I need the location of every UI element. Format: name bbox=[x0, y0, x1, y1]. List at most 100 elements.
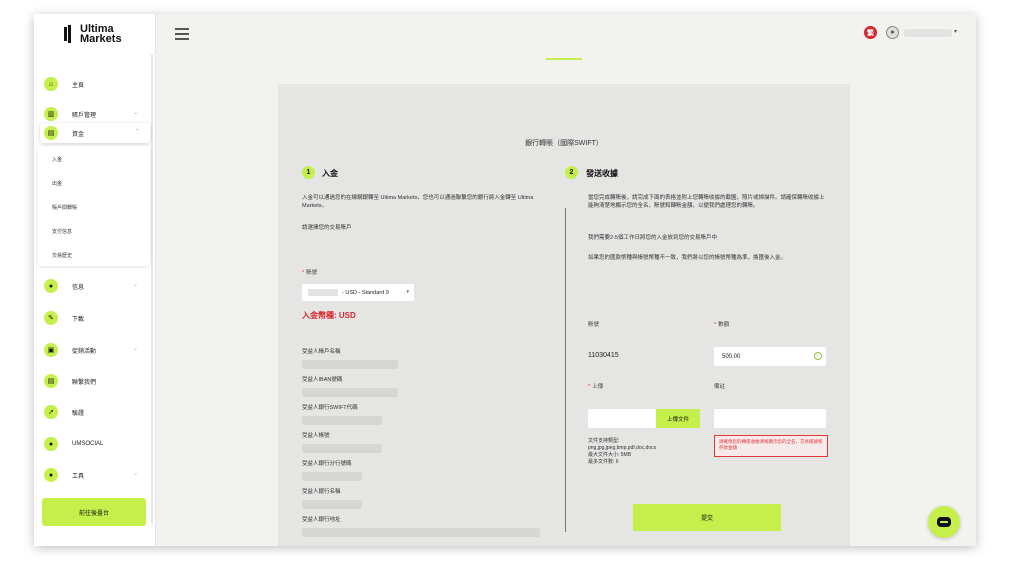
gift-icon: ▣ bbox=[44, 343, 58, 357]
account-select[interactable]: - USD - Standard 9 ▾ bbox=[302, 284, 414, 301]
sidebar-item-label: 驗證 bbox=[72, 410, 85, 417]
brand-name-line2: Markets bbox=[80, 33, 122, 45]
chevron-down-icon[interactable]: ▾ bbox=[954, 28, 957, 35]
sidebar-item-label: 下載 bbox=[72, 316, 85, 323]
amount-input-value: 500.00 bbox=[722, 353, 741, 360]
person-icon: ● bbox=[44, 279, 58, 293]
tab-indicator bbox=[546, 58, 582, 60]
currency-exchange-notice: 如果您的匯款幣種與帳號幣種不一致，我們將以您的帳號幣種為準，換匯後入金。 bbox=[588, 255, 787, 261]
chevron-down-icon: ⌄ bbox=[132, 110, 138, 116]
step-2-account-label: 賬號 bbox=[588, 322, 600, 328]
deposit-currency: 入金幣種: USD bbox=[302, 311, 356, 320]
upload-label: * 上傳 bbox=[588, 384, 604, 390]
wallet-icon: ▤ bbox=[44, 126, 58, 140]
check-circle-icon: ✓ bbox=[814, 352, 822, 360]
rocket-icon: ➚ bbox=[44, 405, 58, 419]
step-1-number: 1 bbox=[302, 166, 315, 179]
step-2-description: 當您完成轉賬後，請完成下面的表格並附上您轉賬收據的截圖，照片或掃描件。請確保轉賬… bbox=[588, 195, 825, 209]
chevron-down-icon: ▾ bbox=[406, 289, 409, 295]
beneficiary-iban-value bbox=[302, 388, 398, 397]
app-window: Ultima Markets ⌂ 主頁 ▥ 賬戶管理 ⌄ ▤ 資金 ⌃ 入金 出… bbox=[34, 14, 976, 546]
max-file-size: 最大文件大小: 5MB bbox=[588, 452, 632, 458]
chevron-down-icon: ⌄ bbox=[132, 346, 138, 352]
chat-icon bbox=[937, 517, 951, 527]
beneficiary-swift-value bbox=[302, 416, 382, 425]
sidebar-item-promotions[interactable]: ▣ 促銷活動 ⌄ bbox=[44, 340, 148, 360]
beneficiary-account-name-label: 受益人帳戶名稱 bbox=[302, 349, 341, 355]
step-2-number: 2 bbox=[565, 166, 578, 179]
beneficiary-swift-label: 受益人銀行SWIFT代碼 bbox=[302, 405, 358, 411]
column-divider bbox=[565, 208, 566, 532]
go-to-backstage-button[interactable]: 前往後臺台 bbox=[42, 498, 146, 526]
beneficiary-bank-address-value bbox=[302, 528, 540, 537]
max-file-count: 最多文件數: 6 bbox=[588, 459, 619, 465]
user-name-redacted[interactable] bbox=[904, 29, 952, 37]
submenu-transfer[interactable]: 賬戶間轉賬 bbox=[52, 204, 77, 211]
person-icon: ● bbox=[44, 437, 58, 451]
sidebar-item-account-management[interactable]: ▥ 賬戶管理 ⌄ bbox=[44, 104, 148, 124]
sidebar-item-label: 工具 bbox=[72, 473, 85, 480]
sidebar-item-download[interactable]: ✎ 下載 bbox=[44, 308, 148, 328]
sidebar-item-info[interactable]: ● 信息 ⌄ bbox=[44, 276, 148, 296]
language-badge[interactable]: 繁 bbox=[864, 26, 877, 39]
sidebar-item-label: 資金 bbox=[72, 131, 85, 138]
submit-button[interactable]: 提交 bbox=[633, 504, 781, 531]
sidebar-item-funds[interactable]: ▤ 資金 ⌃ bbox=[40, 123, 150, 143]
step-2-account-value: 11030415 bbox=[588, 352, 619, 359]
beneficiary-account-name-value bbox=[302, 360, 398, 369]
processing-time-notice: 我們需要2-5個工作日將您的入金放到您的交易賬戶中 bbox=[588, 235, 717, 241]
amount-input[interactable]: 500.00 ✓ bbox=[714, 347, 826, 366]
chart-icon: ▥ bbox=[44, 107, 58, 121]
account-select-value: - USD - Standard 9 bbox=[342, 289, 389, 296]
hamburger-menu-icon[interactable] bbox=[175, 28, 189, 40]
sidebar-item-contact[interactable]: ▤ 聯繫我們 bbox=[44, 371, 148, 391]
sidebar-item-label: 促銷活動 bbox=[72, 348, 97, 355]
live-chat-button[interactable] bbox=[928, 506, 960, 538]
step-1-description: 入金可以通過您的在線網銀轉至 Ultima Markets，您也可以通過聯繫您的… bbox=[302, 195, 534, 209]
upload-file-button[interactable]: 上傳文件 bbox=[656, 409, 700, 428]
sidebar: Ultima Markets ⌂ 主頁 ▥ 賬戶管理 ⌄ ▤ 資金 ⌃ 入金 出… bbox=[34, 14, 156, 546]
file-types-label: 文件支持類型: bbox=[588, 438, 620, 444]
beneficiary-branch-code-label: 受益人銀行分行號碼 bbox=[302, 461, 352, 467]
beneficiary-account-number-value bbox=[302, 444, 382, 453]
brand-logo[interactable]: Ultima Markets bbox=[64, 24, 122, 45]
step-2-title: 發送收據 bbox=[586, 169, 618, 178]
step-1-title: 入金 bbox=[322, 169, 338, 178]
sidebar-item-label: 主頁 bbox=[72, 82, 85, 89]
choose-account-hint: 請選擇您的交易賬戶 bbox=[302, 225, 352, 231]
deposit-card: 銀行轉賬（國際SWIFT） 1 入金 入金可以通過您的在線網銀轉至 Ultima… bbox=[278, 84, 850, 546]
beneficiary-bank-name-label: 受益人銀行名稱 bbox=[302, 489, 341, 495]
sidebar-item-verification[interactable]: ➚ 驗證 bbox=[44, 402, 148, 422]
wrench-icon: ✎ bbox=[44, 311, 58, 325]
amount-label: * 數額 bbox=[714, 322, 730, 328]
beneficiary-bank-address-label: 受益人銀行地址 bbox=[302, 517, 341, 523]
sidebar-item-label: UMSOCIAL bbox=[72, 441, 104, 447]
submenu-payment-info[interactable]: 支付信息 bbox=[52, 228, 72, 235]
beneficiary-iban-label: 受益人IBAN號碼 bbox=[302, 377, 343, 383]
account-label: * 賬號 bbox=[302, 270, 318, 276]
beneficiary-account-number-label: 受益人帳號 bbox=[302, 433, 330, 439]
sidebar-item-label: 聯繫我們 bbox=[72, 379, 97, 386]
user-avatar-icon[interactable]: ● bbox=[886, 26, 899, 39]
chevron-up-icon: ⌃ bbox=[134, 129, 140, 135]
submenu-withdraw[interactable]: 出金 bbox=[52, 180, 62, 187]
funds-submenu: 入金 出金 賬戶間轉賬 支付信息 交易歷史 bbox=[38, 146, 150, 266]
submenu-deposit[interactable]: 入金 bbox=[52, 156, 62, 163]
sidebar-scrollbar[interactable] bbox=[151, 54, 153, 524]
sidebar-item-tools[interactable]: ● 工具 ⌄ bbox=[44, 465, 148, 485]
submenu-transaction-history[interactable]: 交易歷史 bbox=[52, 252, 72, 259]
sidebar-item-label: 信息 bbox=[72, 284, 85, 291]
message-icon: ▤ bbox=[44, 374, 58, 388]
sidebar-item-umsocial[interactable]: ● UMSOCIAL bbox=[44, 434, 148, 454]
sidebar-item-label: 賬戶管理 bbox=[72, 112, 97, 119]
remark-label: 備註 bbox=[714, 384, 726, 390]
receipt-warning: 請確保您的轉賬收據清晰顯示您的全名，交易帳號和存款金額 bbox=[714, 435, 828, 457]
chevron-down-icon: ⌄ bbox=[132, 282, 138, 288]
upload-file-field[interactable] bbox=[588, 409, 658, 428]
page-title: 銀行轉賬（國際SWIFT） bbox=[525, 140, 603, 147]
sidebar-item-home[interactable]: ⌂ 主頁 bbox=[44, 74, 148, 94]
beneficiary-branch-code-value bbox=[302, 472, 362, 481]
remark-input[interactable] bbox=[714, 409, 826, 428]
logo-mark-icon bbox=[64, 25, 74, 43]
file-types-value: png,jpg,jpeg,bmp,pdf,doc,docx bbox=[588, 445, 657, 451]
